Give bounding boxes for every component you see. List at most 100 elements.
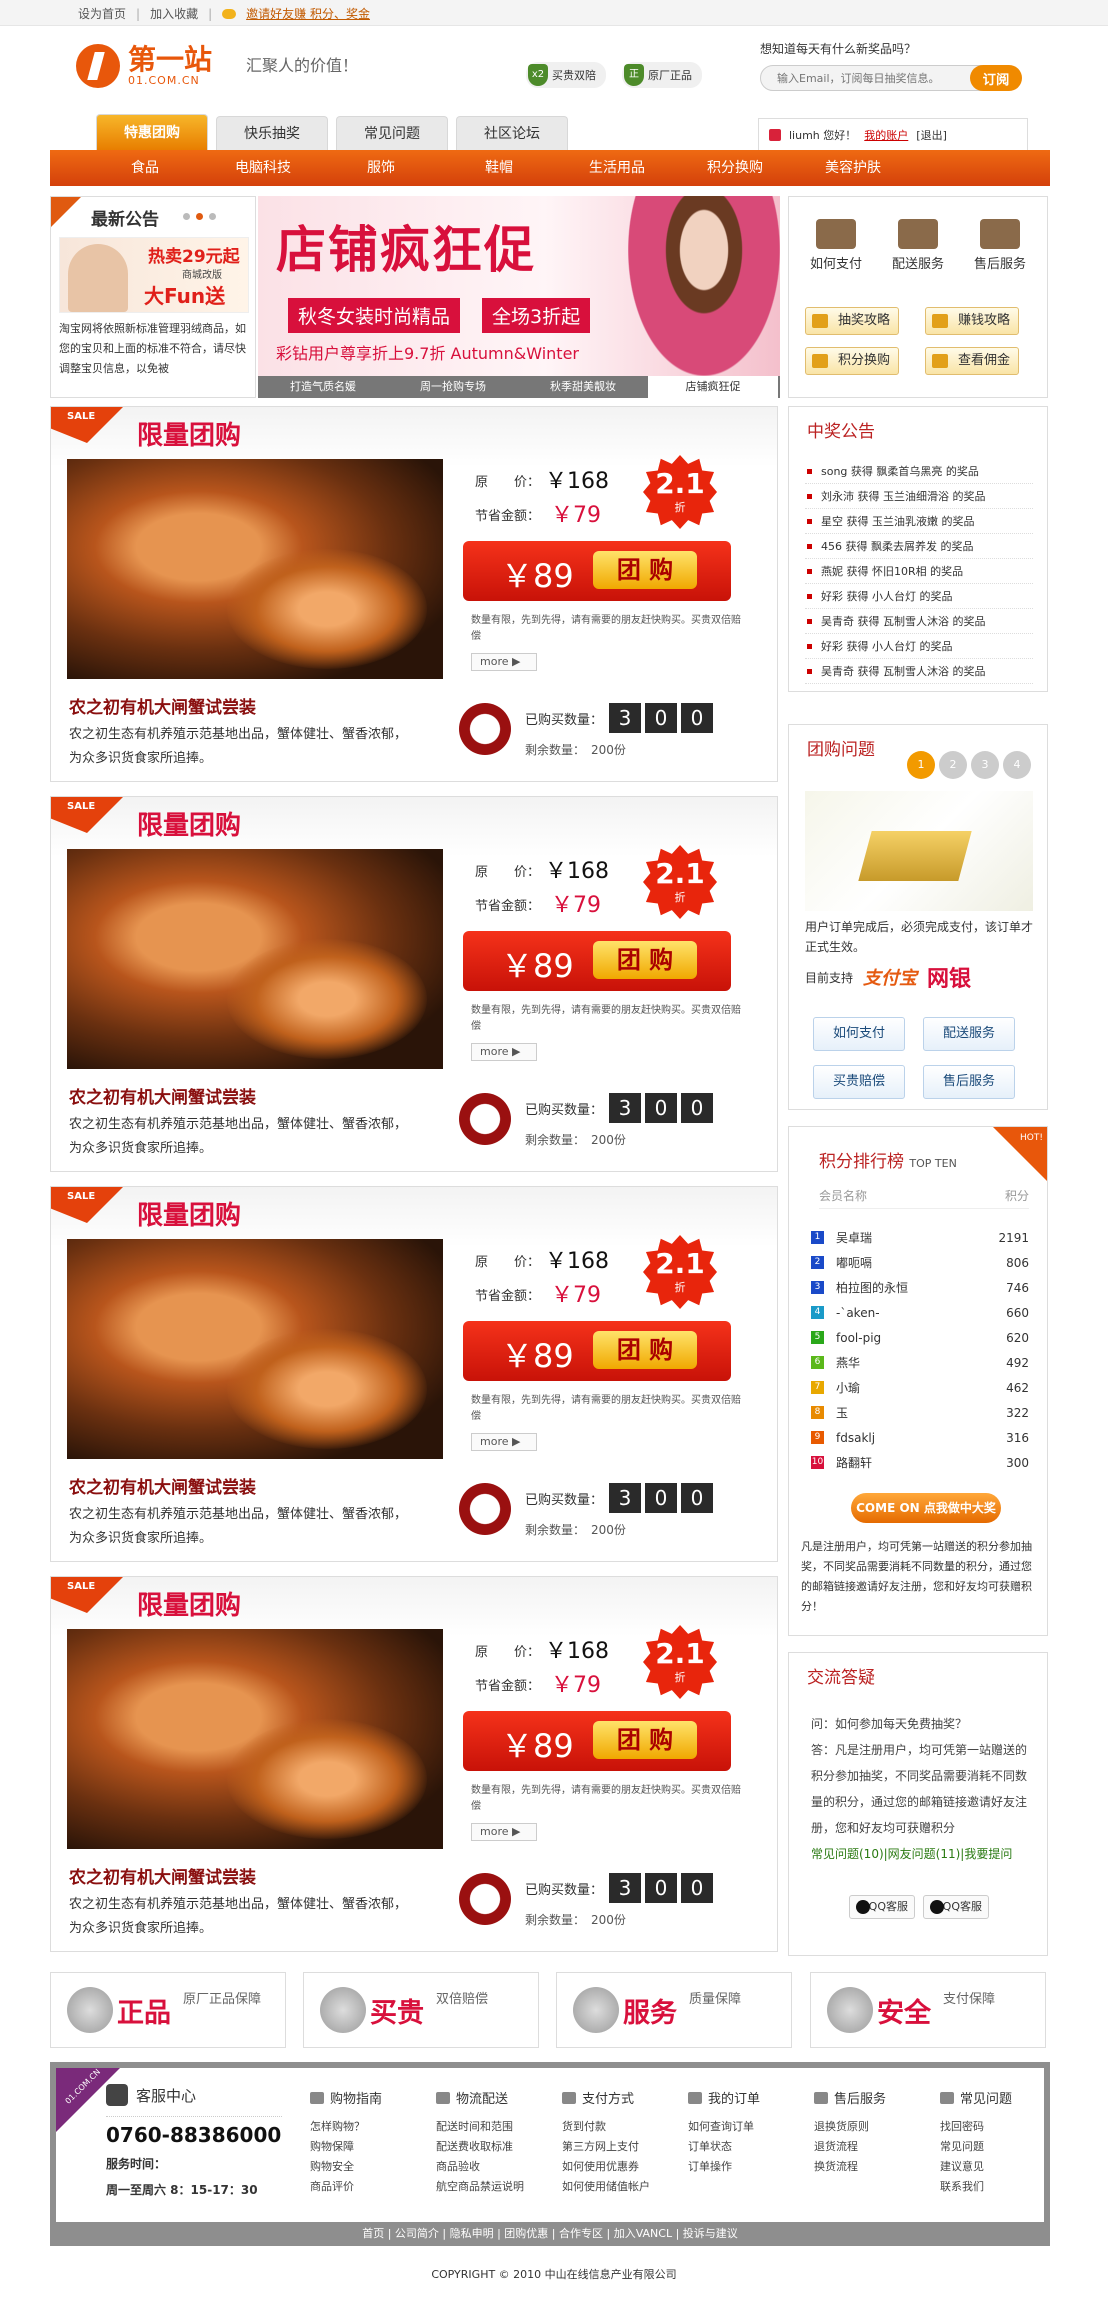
more-button[interactable]: more ▶: [471, 1433, 537, 1451]
group-buy-button[interactable]: 团 购: [593, 1721, 697, 1759]
step-2[interactable]: 2: [939, 751, 967, 779]
come-on-button[interactable]: COME ON 点我做中大奖: [851, 1493, 1001, 1523]
list-item[interactable]: song 获得 飘柔首乌黑亮 的奖品: [805, 459, 1033, 484]
nav-beauty[interactable]: 美容护肤: [794, 150, 912, 186]
list-item[interactable]: 好彩 获得 小人台灯 的奖品: [805, 634, 1033, 659]
list-item[interactable]: 刘永沛 获得 玉兰油细滑浴 的奖品: [805, 484, 1033, 509]
list-item[interactable]: 星空 获得 玉兰油乳液嫩 的奖品: [805, 509, 1033, 534]
more-button[interactable]: more ▶: [471, 653, 537, 671]
commission-button[interactable]: 查看佣金: [925, 347, 1019, 375]
ranking-row[interactable]: 7 小瑜 462: [811, 1375, 1029, 1400]
price-guarantee-button[interactable]: 买贵赔偿: [813, 1065, 905, 1099]
footer-link[interactable]: 航空商品禁运说明: [436, 2177, 556, 2197]
add-favorite-link[interactable]: 加入收藏: [150, 5, 198, 22]
footer-links[interactable]: 首页 | 公司简介 | 隐私申明 | 团购优惠 | 合作专区 | 加入VANCL…: [50, 2222, 1050, 2246]
step-3[interactable]: 3: [971, 751, 999, 779]
footer-link[interactable]: 购物安全: [310, 2157, 430, 2177]
set-homepage-link[interactable]: 设为首页: [78, 5, 126, 22]
points-exchange-button[interactable]: 积分换购: [805, 347, 899, 375]
ranking-row[interactable]: 8 玉 322: [811, 1400, 1029, 1425]
footer-link[interactable]: 如何使用优惠券: [562, 2157, 682, 2177]
product-image[interactable]: [67, 1239, 443, 1459]
list-item[interactable]: 吴青奇 获得 瓦制雪人沐浴 的奖品: [805, 609, 1033, 634]
product-image[interactable]: [67, 849, 443, 1069]
tab-lottery[interactable]: 快乐抽奖: [216, 116, 328, 150]
how-to-pay-button[interactable]: 如何支付: [813, 1017, 905, 1051]
footer-link[interactable]: 商品评价: [310, 2177, 430, 2197]
step-4[interactable]: 4: [1003, 751, 1031, 779]
product-image[interactable]: [67, 1629, 443, 1849]
footer-link[interactable]: 建议意见: [940, 2157, 1060, 2177]
product-name[interactable]: 农之初有机大闸蟹试尝装: [69, 1473, 256, 1498]
more-button[interactable]: more ▶: [471, 1043, 537, 1061]
ranking-row[interactable]: 2 嘟呃嗝 806: [811, 1250, 1029, 1275]
footer-link[interactable]: 配送费收取标准: [436, 2137, 556, 2157]
tab-group-buy[interactable]: 特惠团购: [96, 114, 208, 150]
qq-support-button[interactable]: QQ客服: [923, 1895, 989, 1919]
nav-clothing[interactable]: 服饰: [322, 150, 440, 186]
group-buy-button[interactable]: 团 购: [593, 1331, 697, 1369]
earn-guide-button[interactable]: 赚钱攻略: [925, 307, 1019, 335]
subscribe-button[interactable]: 订阅: [970, 65, 1022, 91]
how-to-pay-link[interactable]: 如何支付: [801, 219, 871, 272]
my-account-link[interactable]: 我的账户: [864, 127, 908, 143]
nav-food[interactable]: 食品: [86, 150, 204, 186]
banner-tab[interactable]: 秋季甜美靓妆: [518, 376, 648, 398]
delivery-button[interactable]: 配送服务: [923, 1017, 1015, 1051]
ranking-row[interactable]: 5 fool-pig 620: [811, 1325, 1029, 1350]
footer-link[interactable]: 订单状态: [688, 2137, 808, 2157]
after-sales-button[interactable]: 售后服务: [923, 1065, 1015, 1099]
product-name[interactable]: 农之初有机大闸蟹试尝装: [69, 1863, 256, 1888]
banner-tab[interactable]: 周一抢购专场: [388, 376, 518, 398]
footer-link[interactable]: 找回密码: [940, 2117, 1060, 2137]
invite-friends-link[interactable]: 邀请好友赚 积分、奖金: [246, 5, 370, 22]
tab-faq[interactable]: 常见问题: [336, 116, 448, 150]
carousel-dots[interactable]: [183, 213, 216, 220]
nav-shoes-hats[interactable]: 鞋帽: [440, 150, 558, 186]
site-logo[interactable]: 第一站 01.COM.CN: [76, 44, 212, 88]
footer-link[interactable]: 如何使用储值帐户: [562, 2177, 682, 2197]
ranking-row[interactable]: 4 -`aken- 660: [811, 1300, 1029, 1325]
banner-tab[interactable]: 店铺疯狂促: [648, 376, 778, 398]
email-subscribe-input[interactable]: [760, 65, 982, 91]
footer-link[interactable]: 联系我们: [940, 2177, 1060, 2197]
footer-link[interactable]: 第三方网上支付: [562, 2137, 682, 2157]
nav-computer[interactable]: 电脑科技: [204, 150, 322, 186]
nav-daily[interactable]: 生活用品: [558, 150, 676, 186]
list-item[interactable]: 好彩 获得 小人台灯 的奖品: [805, 584, 1033, 609]
tab-forum[interactable]: 社区论坛: [456, 116, 568, 150]
footer-link[interactable]: 退换货原则: [814, 2117, 934, 2137]
more-button[interactable]: more ▶: [471, 1823, 537, 1841]
product-name[interactable]: 农之初有机大闸蟹试尝装: [69, 693, 256, 718]
nav-points-exchange[interactable]: 积分换购: [676, 150, 794, 186]
list-item[interactable]: 燕妮 获得 怀旧10R相 的奖品: [805, 559, 1033, 584]
footer-link[interactable]: 货到付款: [562, 2117, 682, 2137]
step-1[interactable]: 1: [907, 751, 935, 779]
footer-link[interactable]: 怎样购物？: [310, 2117, 430, 2137]
lottery-guide-button[interactable]: 抽奖攻略: [805, 307, 899, 335]
news-promo-image[interactable]: 热卖29元起 商城改版 大Fun送: [59, 237, 249, 313]
ranking-row[interactable]: 10 路翻轩 300: [811, 1450, 1029, 1475]
footer-link[interactable]: 换货流程: [814, 2157, 934, 2177]
ranking-row[interactable]: 9 fdsaklj 316: [811, 1425, 1029, 1450]
list-item[interactable]: 吴青奇 获得 瓦制雪人沐浴 的奖品: [805, 659, 1033, 684]
logout-link[interactable]: [退出]: [916, 127, 947, 143]
product-image[interactable]: [67, 459, 443, 679]
banner-tab[interactable]: 打造气质名媛: [258, 376, 388, 398]
after-sales-link[interactable]: 售后服务: [965, 219, 1035, 272]
footer-link[interactable]: 常见问题: [940, 2137, 1060, 2157]
delivery-link[interactable]: 配送服务: [883, 219, 953, 272]
ranking-row[interactable]: 3 柏拉图的永恒 746: [811, 1275, 1029, 1300]
list-item[interactable]: 456 获得 飘柔去屑养发 的奖品: [805, 534, 1033, 559]
footer-link[interactable]: 订单操作: [688, 2157, 808, 2177]
footer-link[interactable]: 购物保障: [310, 2137, 430, 2157]
footer-link[interactable]: 商品验收: [436, 2157, 556, 2177]
footer-link[interactable]: 如何查询订单: [688, 2117, 808, 2137]
ranking-row[interactable]: 6 燕华 492: [811, 1350, 1029, 1375]
qq-support-button[interactable]: QQ客服: [849, 1895, 915, 1919]
footer-link[interactable]: 退货流程: [814, 2137, 934, 2157]
group-buy-button[interactable]: 团 购: [593, 551, 697, 589]
group-buy-button[interactable]: 团 购: [593, 941, 697, 979]
ranking-row[interactable]: 1 吴卓瑞 2191: [811, 1225, 1029, 1250]
news-text[interactable]: 淘宝网将依照新标准管理羽绒商品，如您的宝贝和上面的标准不符合，请尽快调整宝贝信息…: [59, 319, 249, 379]
